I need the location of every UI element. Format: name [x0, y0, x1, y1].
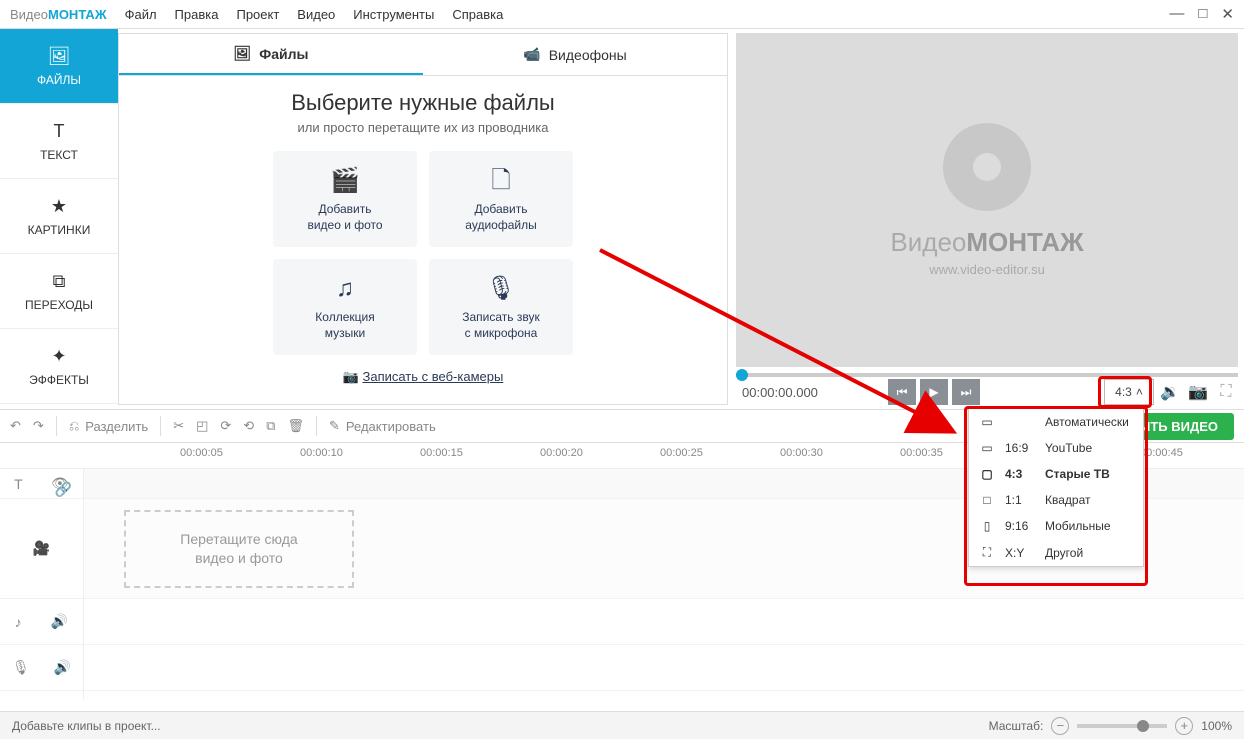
- zoom-label: Масштаб:: [989, 719, 1044, 733]
- video-preview: ВидеоМОНТАЖ www.video-editor.su: [736, 33, 1238, 367]
- aspect-auto[interactable]: ▭Автоматически: [969, 409, 1143, 435]
- left-sidebar: 🖼ФАЙЛЫ TТЕКСТ ★КАРТИНКИ ⧉ПЕРЕХОДЫ ✦ЭФФЕК…: [0, 29, 118, 409]
- preview-brand: ВидеоМОНТАЖ: [890, 227, 1083, 258]
- image-icon: 🖼: [48, 46, 71, 67]
- video-track-icon: 🎥: [33, 540, 50, 557]
- star-icon: ★: [51, 196, 67, 217]
- aspect-custom[interactable]: ⛶X:YДругой: [969, 539, 1143, 566]
- zoom-value: 100%: [1201, 719, 1232, 733]
- status-hint: Добавьте клипы в проект...: [12, 719, 161, 733]
- maximize-button[interactable]: □: [1198, 5, 1207, 23]
- preview-pane: ВидеоМОНТАЖ www.video-editor.su 00:00:00…: [736, 29, 1244, 409]
- zoom-slider[interactable]: [1077, 724, 1167, 728]
- record-webcam-link[interactable]: Записать с веб-камеры: [362, 369, 503, 384]
- menu-help[interactable]: Справка: [452, 7, 503, 22]
- sidebar-tab-effects[interactable]: ✦ЭФФЕКТЫ: [0, 329, 118, 404]
- music-icon: ♫: [336, 273, 354, 304]
- speaker-icon[interactable]: 🔊: [51, 613, 68, 630]
- play-button[interactable]: ▶: [920, 379, 948, 405]
- next-button[interactable]: ⏭: [952, 379, 980, 405]
- sidebar-tab-files[interactable]: 🖼ФАЙЛЫ: [0, 29, 118, 104]
- speed-button[interactable]: ⟲: [243, 418, 254, 434]
- webcam-icon: 📷: [343, 369, 359, 384]
- reel-icon: [943, 123, 1031, 211]
- cut-button[interactable]: ✂: [173, 418, 184, 434]
- mic-track-icon: 🎙: [12, 659, 30, 676]
- rotate-button[interactable]: ⟳: [220, 418, 231, 434]
- custom-icon: ⛶: [979, 545, 995, 560]
- effects-icon: ✦: [51, 346, 66, 367]
- portrait-icon: ▯: [979, 519, 995, 533]
- subtab-files[interactable]: 🖼Файлы: [119, 34, 423, 75]
- timecode: 00:00:00.000: [742, 385, 818, 400]
- volume-icon[interactable]: 🔉: [1158, 380, 1182, 404]
- card-add-video[interactable]: 🎬Добавитьвидео и фото: [273, 151, 417, 247]
- wide-icon: ▭: [979, 441, 995, 455]
- text-icon: T: [54, 121, 65, 142]
- app-brand: ВидеоМОНТАЖ: [10, 7, 107, 22]
- chevron-up-icon: ˄: [1136, 385, 1143, 399]
- aspect-ratio-button[interactable]: 4:3˄: [1104, 379, 1154, 405]
- split-button[interactable]: ⎌ Разделить: [69, 418, 148, 434]
- close-button[interactable]: ✕: [1221, 5, 1234, 23]
- standard-icon: ▢: [979, 467, 995, 481]
- transitions-icon: ⧉: [53, 271, 66, 292]
- minimize-button[interactable]: —: [1169, 5, 1184, 23]
- snapshot-icon[interactable]: 📷: [1186, 380, 1210, 404]
- square-icon: □: [979, 493, 995, 507]
- track-voice-header[interactable]: 🎙🔊: [0, 645, 83, 691]
- redo-button[interactable]: ↷: [33, 418, 44, 434]
- card-add-audio[interactable]: 🗋Добавитьаудиофайлы: [429, 151, 573, 247]
- fullscreen-icon[interactable]: ⛶: [1214, 380, 1238, 404]
- status-bar: Добавьте клипы в проект... Масштаб: − + …: [0, 711, 1244, 739]
- aspect-4-3[interactable]: ▢4:3Старые ТВ: [969, 461, 1143, 487]
- crop-button[interactable]: ◰: [196, 418, 208, 434]
- prev-button[interactable]: ⏮: [888, 379, 916, 405]
- seek-bar[interactable]: [736, 373, 1238, 377]
- music-track-icon: ♪: [15, 614, 22, 630]
- video-dropzone[interactable]: Перетащите сюда видео и фото: [124, 510, 354, 588]
- edit-button[interactable]: ✎ Редактировать: [329, 418, 436, 434]
- menu-edit[interactable]: Правка: [175, 7, 219, 22]
- subline: или просто перетащите их из проводника: [119, 120, 727, 135]
- track-music-header[interactable]: ♪🔊: [0, 599, 83, 645]
- card-record-mic[interactable]: 🎙Записать звукс микрофона: [429, 259, 573, 355]
- subtab-backgrounds[interactable]: 📹Видеофоны: [423, 34, 727, 75]
- delete-button[interactable]: 🗑: [288, 418, 305, 434]
- camera-icon: 📹: [523, 46, 540, 63]
- file-audio-icon: 🗋: [491, 165, 510, 196]
- voice-track[interactable]: [84, 645, 1244, 691]
- menu-tools[interactable]: Инструменты: [353, 7, 434, 22]
- speaker-icon[interactable]: 🔊: [54, 659, 71, 676]
- sidebar-tab-text[interactable]: TТЕКСТ: [0, 104, 118, 179]
- menu-video[interactable]: Видео: [297, 7, 335, 22]
- headline: Выберите нужные файлы: [119, 90, 727, 116]
- link-icon[interactable]: 🔗: [55, 481, 72, 498]
- menubar: ВидеоМОНТАЖ Файл Правка Проект Видео Инс…: [0, 0, 1244, 29]
- aspect-9-16[interactable]: ▯9:16Мобильные: [969, 513, 1143, 539]
- zoom-out-button[interactable]: −: [1051, 717, 1069, 735]
- sidebar-tab-transitions[interactable]: ⧉ПЕРЕХОДЫ: [0, 254, 118, 329]
- sidebar-tab-images[interactable]: ★КАРТИНКИ: [0, 179, 118, 254]
- center-pane: 🖼Файлы 📹Видеофоны Выберите нужные файлы …: [118, 33, 728, 405]
- copy-button[interactable]: ⧉: [266, 418, 275, 434]
- preview-site: www.video-editor.su: [929, 262, 1045, 277]
- mic-icon: 🎙: [486, 273, 516, 304]
- track-headers: T👁 🔗 🎥 ♪🔊 🎙🔊: [0, 469, 84, 699]
- undo-button[interactable]: ↶: [10, 418, 21, 434]
- text-track-icon: T: [14, 476, 23, 492]
- track-video-header[interactable]: 🎥: [0, 499, 83, 599]
- picture-icon: 🖼: [234, 45, 252, 62]
- menu-file[interactable]: Файл: [125, 7, 157, 22]
- aspect-ratio-menu: ▭Автоматически ▭16:9YouTube ▢4:3Старые Т…: [968, 408, 1144, 567]
- zoom-in-button[interactable]: +: [1175, 717, 1193, 735]
- aspect-1-1[interactable]: □1:1Квадрат: [969, 487, 1143, 513]
- menu-project[interactable]: Проект: [236, 7, 279, 22]
- music-track[interactable]: [84, 599, 1244, 645]
- monitor-icon: ▭: [979, 415, 995, 429]
- aspect-16-9[interactable]: ▭16:9YouTube: [969, 435, 1143, 461]
- clapper-icon: 🎬: [330, 165, 360, 196]
- card-music-collection[interactable]: ♫Коллекциямузыки: [273, 259, 417, 355]
